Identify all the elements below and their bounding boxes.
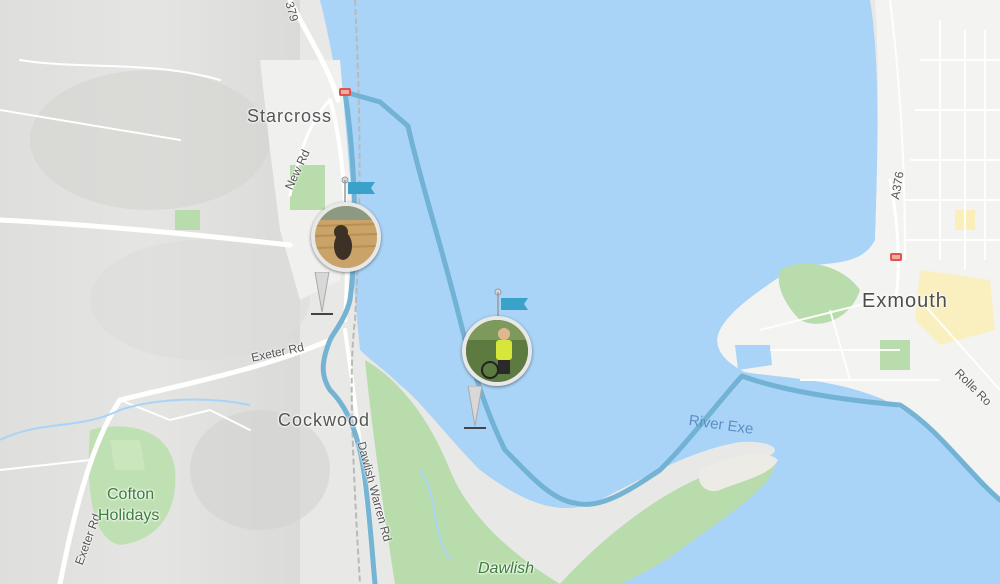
place-label-cofton-line1: Cofton [107,486,155,503]
railway-station-icon [339,88,351,96]
place-label-dawlish-warren: Dawlish [478,560,535,577]
place-label-cofton-line2: Holidays [98,507,160,524]
photo-thumbnail-dog[interactable] [311,202,381,272]
marker-stem-icon [311,272,333,315]
photo-thumbnail-cyclist[interactable] [462,316,532,386]
photo-marker-1[interactable] [311,176,391,318]
place-label-cockwood: Cockwood [278,410,371,430]
cyclist-photo-icon [466,320,528,382]
flag-icon [494,288,528,318]
place-label-starcross: Starcross [247,106,333,126]
marker-stem-icon [464,386,486,429]
photo-marker-2[interactable] [462,288,544,432]
place-label-exmouth: Exmouth [862,290,948,312]
map-canvas[interactable]: 379 Starcross New Rd Exeter Rd Cockwood … [0,0,1000,584]
dog-photo-icon [315,206,377,268]
railway-station-icon [890,253,902,261]
